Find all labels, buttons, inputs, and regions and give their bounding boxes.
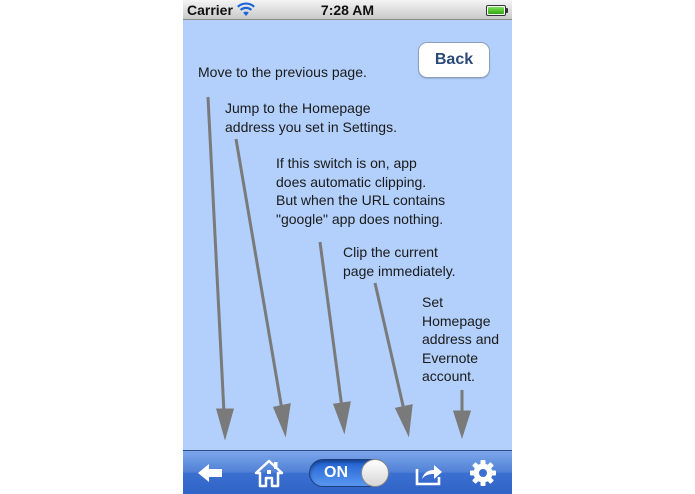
share-icon[interactable] [414, 458, 444, 488]
gear-icon[interactable] [468, 458, 498, 488]
arrow-to-home [234, 138, 291, 438]
bottom-toolbar: ON [183, 450, 512, 494]
arrow-to-back [206, 96, 234, 441]
switch-label: ON [324, 464, 348, 481]
arrow-to-switch [318, 241, 351, 435]
auto-clip-switch[interactable]: ON [309, 459, 389, 487]
callout-arrows [206, 96, 472, 441]
home-icon[interactable] [254, 458, 284, 488]
arrow-to-settings [452, 390, 472, 439]
back-arrow-icon[interactable] [195, 458, 225, 488]
arrow-to-share [373, 282, 413, 438]
phone-screen: Carrier 7:28 AM Back Move to the previou… [183, 0, 512, 494]
switch-knob [361, 459, 389, 487]
